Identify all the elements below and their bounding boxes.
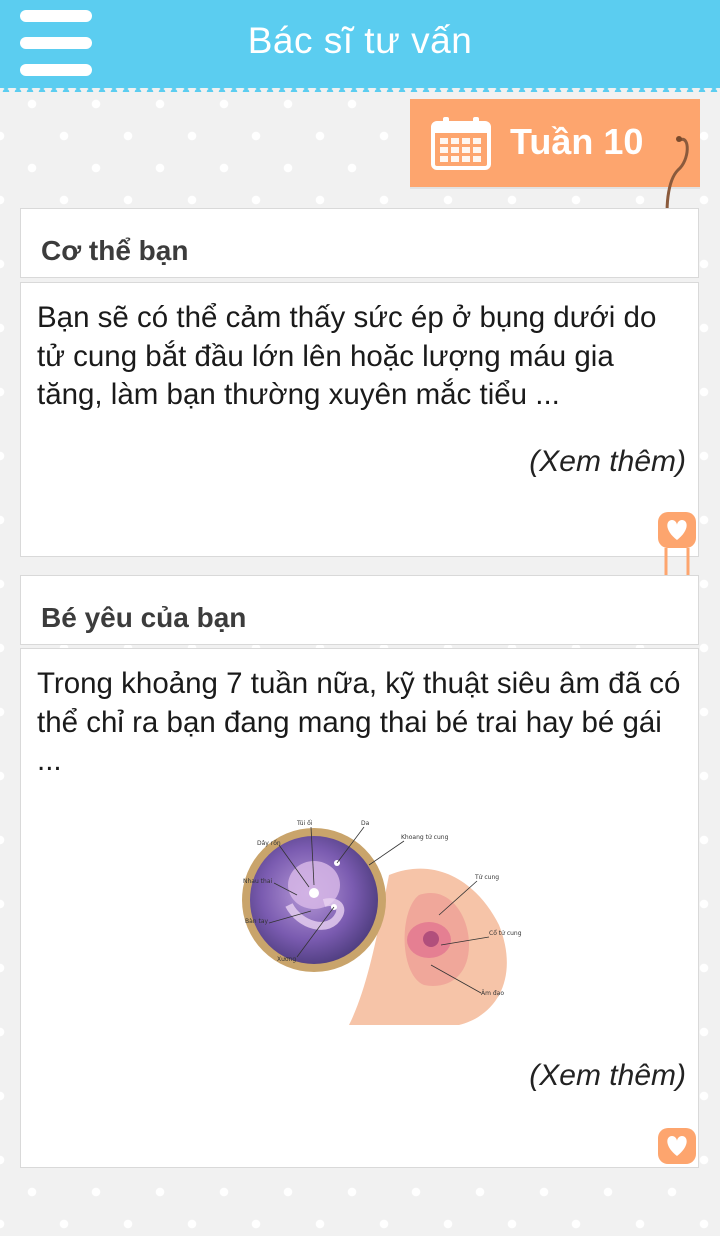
label-xuong: Xương (277, 956, 296, 963)
section-baby-card[interactable]: Trong khoảng 7 tuần nữa, kỹ thuật siêu â… (20, 648, 699, 1168)
label-nhau-thai: Nhau thai (243, 878, 273, 885)
section-body-card[interactable]: Bạn sẽ có thể cảm thấy sức ép ở bụng dướ… (20, 282, 699, 557)
section-body-header: Cơ thể bạn (20, 208, 699, 278)
section-summary-text: Bạn sẽ có thể cảm thấy sức ép ở bụng dướ… (37, 301, 657, 411)
calendar-icon (431, 117, 491, 170)
label-am-dao: Âm đạo (481, 990, 504, 997)
app-header: Bác sĩ tư vấn (0, 0, 720, 88)
label-tu-cung: Tử cung (474, 874, 499, 881)
section-baby-header: Bé yêu của bạn (20, 575, 699, 645)
see-more-link[interactable]: (Xem thêm) (529, 445, 686, 479)
section-summary-text: Trong khoảng 7 tuần nữa, kỹ thuật siêu â… (37, 667, 681, 777)
header-scallop-edge (0, 86, 720, 92)
label-khoang-tu-cung: Khoang tử cung (401, 834, 449, 841)
page-title: Bác sĩ tư vấn (247, 20, 473, 61)
week-label: Tuần 10 (510, 121, 644, 162)
label-co-tu-cung: Cổ tử cung (489, 930, 522, 937)
label-tui-oi: Túi ối (296, 820, 313, 827)
label-ban-tay: Bàn tay (245, 918, 269, 925)
label-day-ron: Dây rốn (257, 840, 281, 847)
section-title: Bé yêu của bạn (41, 602, 247, 633)
see-more-link[interactable]: (Xem thêm) (529, 1059, 686, 1093)
section-title: Cơ thể bạn (41, 235, 189, 266)
fetus-illustration: Túi ối Da Dây rốn Khoang tử cung Nhau th… (242, 820, 522, 1025)
label-da: Da (361, 820, 370, 827)
safety-pin-icon (658, 1128, 696, 1164)
